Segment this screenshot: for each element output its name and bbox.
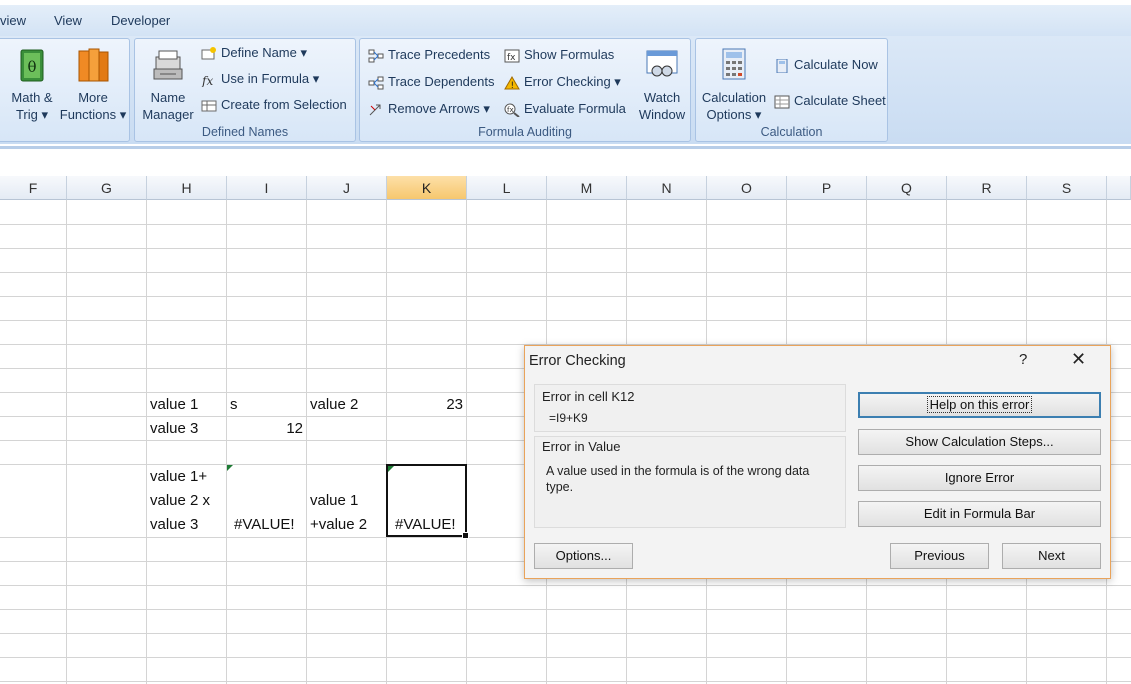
tab-developer[interactable]: Developer <box>111 13 170 28</box>
defined-names-group: Name Manager Define Name ▾ fx Use in Form… <box>134 38 356 142</box>
column-header-s[interactable]: S <box>1027 176 1107 200</box>
cell-i9[interactable]: s <box>230 393 238 417</box>
tab-view[interactable]: View <box>54 13 82 28</box>
calculate-sheet-button[interactable]: Calculate Sheet <box>774 93 886 109</box>
watch-window-icon <box>646 50 678 77</box>
column-header-p[interactable]: P <box>787 176 867 200</box>
watch-window-button[interactable]: Watch Window <box>634 47 690 123</box>
more-functions-books-icon <box>78 48 109 82</box>
ignore-error-button[interactable]: Ignore Error <box>858 465 1101 491</box>
create-from-selection-button[interactable]: Create from Selection <box>201 97 347 113</box>
column-header-o[interactable]: O <box>707 176 787 200</box>
cell-j12-line2: value 1 <box>310 492 359 509</box>
column-header-partial[interactable] <box>1107 176 1131 200</box>
show-formulas-icon: fx <box>504 49 520 63</box>
cell-j12-line3: +value 2 <box>310 516 368 533</box>
column-header-m[interactable]: M <box>547 176 627 200</box>
error-description: A value used in the formula is of the wr… <box>546 464 810 494</box>
column-header-n[interactable]: N <box>627 176 707 200</box>
error-cell-label: Error in cell K12 <box>542 389 635 404</box>
name-manager-button[interactable]: Name Manager <box>137 47 199 123</box>
cell-h10[interactable]: value 3 <box>150 417 198 441</box>
use-in-formula-button[interactable]: fx Use in Formula ▾ <box>201 71 319 88</box>
math-book-icon: θ <box>20 49 44 82</box>
options-button[interactable]: Options... <box>534 543 633 569</box>
help-on-error-button[interactable]: Help on this error <box>858 392 1101 418</box>
trace-dependents-icon <box>368 76 384 90</box>
math-trig-button[interactable]: θ Math & Trig ▾ <box>3 47 61 123</box>
cell-h12-line3: value 3 <box>150 516 199 533</box>
calculation-options-button[interactable]: Calculation Options ▾ <box>698 47 770 123</box>
ribbon-tab-bar: view View Developer <box>0 0 1131 36</box>
evaluate-formula-button[interactable]: fx Evaluate Formula <box>504 101 626 118</box>
cell-j9[interactable]: value 2 <box>310 393 358 417</box>
column-header-k[interactable]: K <box>387 176 467 200</box>
column-header-f[interactable]: F <box>0 176 67 200</box>
next-button[interactable]: Next <box>1002 543 1101 569</box>
dialog-title: Error Checking <box>529 353 626 369</box>
error-indicator-k12 <box>388 466 394 472</box>
define-name-button[interactable]: Define Name ▾ <box>201 45 307 61</box>
error-checking-dialog: Error Checking ? ✕ Error in cell K12 =I9… <box>524 345 1111 579</box>
svg-text:!: ! <box>511 81 515 90</box>
trace-precedents-button[interactable]: Trace Precedents <box>368 47 490 63</box>
svg-text:fx: fx <box>201 74 213 87</box>
remove-arrows-button[interactable]: Remove Arrows ▾ <box>368 101 490 117</box>
column-header-j[interactable]: J <box>307 176 387 200</box>
cell-h12-line2: value 2 x <box>150 492 211 509</box>
create-from-selection-icon <box>201 100 217 112</box>
defined-names-caption: Defined Names <box>201 125 289 139</box>
error-cell-panel: Error in cell K12 =I9+K9 <box>534 384 846 432</box>
cell-h12-line1: value 1+ <box>150 468 208 485</box>
trace-dependents-button[interactable]: Trace Dependents <box>368 74 494 90</box>
error-checking-button[interactable]: ! Error Checking ▾ <box>504 74 621 91</box>
show-calculation-steps-button[interactable]: Show Calculation Steps... <box>858 429 1101 455</box>
fill-handle[interactable] <box>462 532 469 539</box>
edit-in-formula-bar-button[interactable]: Edit in Formula Bar <box>858 501 1101 527</box>
column-header-h[interactable]: H <box>147 176 227 200</box>
trace-precedents-icon <box>368 49 384 63</box>
error-detail-panel: Error in Value A value used in the formu… <box>534 436 846 528</box>
tab-review[interactable]: view <box>0 13 26 28</box>
ribbon: θ Math & Trig ▾ More Functions ▾ Name Ma… <box>0 36 1131 144</box>
more-functions-button[interactable]: More Functions ▾ <box>59 47 127 123</box>
define-name-icon <box>201 46 216 60</box>
error-type-label: Error in Value <box>542 439 621 454</box>
remove-arrows-icon <box>369 104 381 115</box>
svg-text:θ: θ <box>27 58 36 76</box>
help-icon[interactable]: ? <box>1019 351 1027 368</box>
calculation-caption: Calculation <box>760 125 823 139</box>
calculate-sheet-icon <box>774 95 790 109</box>
fx-icon: fx <box>201 74 213 88</box>
formula-auditing-caption: Formula Auditing <box>478 125 572 139</box>
column-header-i[interactable]: I <box>227 176 307 200</box>
calculate-now-button[interactable]: Calculate Now <box>774 57 878 74</box>
error-checking-icon: ! <box>504 75 520 91</box>
cell-k12[interactable]: #VALUE! <box>395 513 456 537</box>
formula-text: =I9+K9 <box>549 411 588 425</box>
calculate-now-icon <box>776 58 788 74</box>
column-header-l[interactable]: L <box>467 176 547 200</box>
calculation-group: Calculation Options ▾ Calculate Now Calc… <box>695 38 888 142</box>
calculator-icon <box>722 48 746 80</box>
cell-h9[interactable]: value 1 <box>150 393 198 417</box>
cell-i12[interactable]: #VALUE! <box>234 513 295 537</box>
svg-text:fx: fx <box>507 106 514 114</box>
previous-button[interactable]: Previous <box>890 543 989 569</box>
name-manager-icon <box>153 50 183 80</box>
close-icon[interactable]: ✕ <box>1071 349 1086 370</box>
column-header-r[interactable]: R <box>947 176 1027 200</box>
evaluate-formula-icon: fx <box>504 103 520 118</box>
cell-i10[interactable]: 12 <box>230 417 303 441</box>
svg-text:fx: fx <box>507 53 516 63</box>
cell-k9[interactable]: 23 <box>390 393 463 417</box>
formula-auditing-group: Trace Precedents Trace Dependents Remove… <box>359 38 691 142</box>
error-indicator-i12 <box>227 465 233 471</box>
function-library-group: θ Math & Trig ▾ More Functions ▾ <box>0 38 130 142</box>
formula-bar-area <box>0 144 1131 176</box>
column-header-g[interactable]: G <box>67 176 147 200</box>
show-formulas-button[interactable]: fx Show Formulas <box>504 47 614 63</box>
column-header-q[interactable]: Q <box>867 176 947 200</box>
